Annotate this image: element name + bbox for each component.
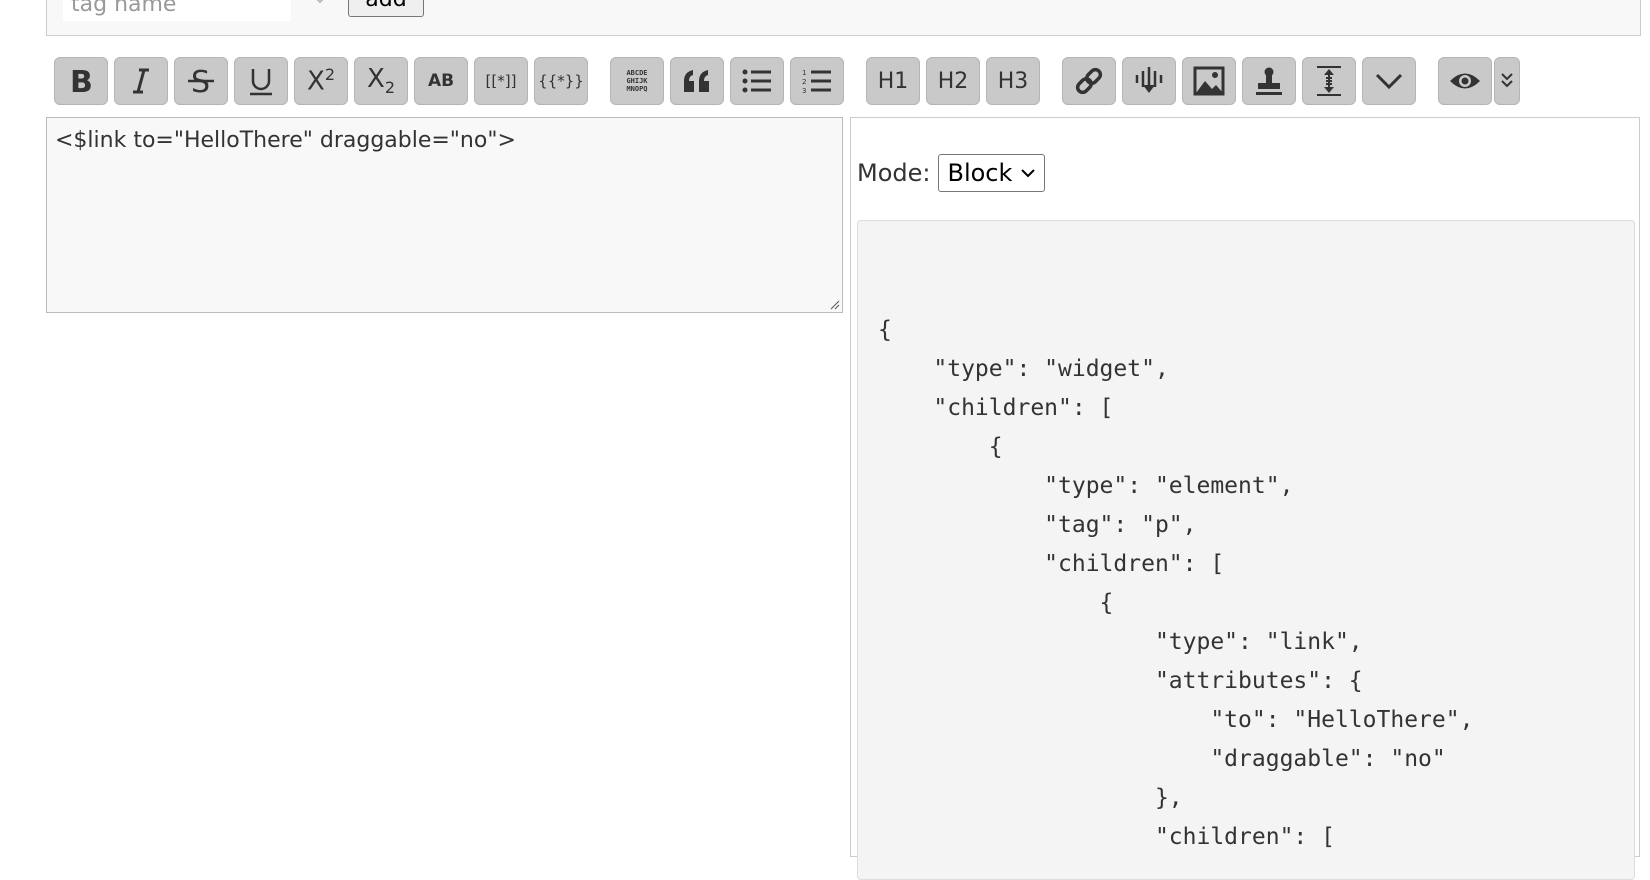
underline-icon	[250, 69, 272, 96]
underline-button[interactable]	[234, 57, 288, 105]
quote-icon	[684, 70, 709, 92]
code-line: "type": "element",	[878, 473, 1294, 499]
eye-icon	[1450, 73, 1480, 89]
code-line: "children": [	[878, 824, 1335, 850]
bullet-list-button[interactable]	[730, 57, 784, 105]
chevron-down-icon	[1021, 169, 1036, 178]
code-line: "type": "link",	[878, 629, 1363, 655]
text-editor[interactable]: <$link to="HelloThere" draggable="no">	[46, 117, 843, 313]
code-line: },	[878, 785, 1183, 811]
resize-grip-icon[interactable]	[828, 298, 840, 310]
code-line: "tag": "p",	[878, 512, 1197, 538]
superscript-icon: X2	[307, 65, 335, 97]
stamp-button[interactable]	[1242, 57, 1296, 105]
macro-icon: {{*}}	[538, 72, 584, 90]
heading-3-icon: H3	[997, 68, 1029, 94]
monospace-icon: ABCDE GHIJK MNOPQ	[626, 69, 648, 93]
quote-button[interactable]	[670, 57, 724, 105]
heading-2-icon: H2	[937, 68, 969, 94]
resize-vertical-icon	[1317, 66, 1341, 96]
code-line: "draggable": "no"	[878, 746, 1446, 772]
code-line: "children": [	[878, 551, 1225, 577]
transclude-icon: [[*]]	[485, 72, 517, 90]
chevron-down-icon[interactable]	[305, 0, 335, 21]
bold-button[interactable]: B	[54, 57, 108, 105]
chevron-down-icon	[1375, 73, 1403, 90]
mode-select[interactable]: Block	[938, 154, 1046, 192]
bold-icon: B	[70, 67, 93, 95]
svg-text:2: 2	[802, 78, 806, 86]
numbered-list-icon: 123	[802, 69, 831, 94]
heading-1-icon: H1	[877, 68, 909, 94]
code-line: "children": [	[878, 395, 1114, 421]
mode-label: Mode:	[857, 159, 931, 187]
heading-1-button[interactable]: H1	[866, 57, 920, 105]
code-line: {	[878, 317, 892, 343]
mode-select-value: Block	[947, 159, 1013, 187]
monospaced-block-button[interactable]: ABCDE GHIJK MNOPQ	[610, 57, 664, 105]
parse-tree-code: { "type": "widget", "children": [ { "typ…	[878, 311, 1473, 857]
double-chevron-down-icon	[1501, 73, 1513, 88]
stamp-icon	[1256, 67, 1282, 95]
code-line: {	[878, 434, 1003, 460]
svg-text:B: B	[70, 67, 93, 95]
code-line: "to": "HelloThere",	[878, 707, 1474, 733]
size-button[interactable]	[1302, 57, 1356, 105]
smallcaps-button[interactable]: AB	[414, 57, 468, 105]
link-button[interactable]	[1062, 57, 1116, 105]
preview-pane: Mode: Block { "type": "widget", "childre…	[850, 117, 1640, 880]
tag-bar: tag name add	[46, 0, 1641, 36]
superscript-button[interactable]: X2	[294, 57, 348, 105]
more-dropdown-button[interactable]	[1362, 57, 1416, 105]
image-icon	[1193, 66, 1225, 96]
italic-button[interactable]	[114, 57, 168, 105]
bullet-list-icon	[742, 69, 771, 93]
strikethrough-icon: S	[188, 66, 214, 96]
preview-type-dropdown-button[interactable]	[1494, 57, 1520, 105]
macro-button[interactable]: {{*}}	[534, 57, 588, 105]
mode-row: Mode: Block	[857, 154, 1046, 192]
tag-name-input[interactable]: tag name	[63, 0, 291, 21]
numbered-list-button[interactable]: 123	[790, 57, 844, 105]
subscript-icon: X2	[367, 64, 395, 98]
code-line: "attributes": {	[878, 668, 1363, 694]
smallcaps-icon: AB	[427, 71, 455, 91]
heading-2-button[interactable]: H2	[926, 57, 980, 105]
link-icon	[1075, 67, 1103, 95]
svg-text:3: 3	[802, 87, 806, 94]
parse-tree-output: { "type": "widget", "children": [ { "typ…	[857, 220, 1635, 880]
subscript-button[interactable]: X2	[354, 57, 408, 105]
excise-button[interactable]	[1122, 57, 1176, 105]
code-line: {	[878, 590, 1114, 616]
add-tag-button[interactable]: add	[348, 0, 424, 17]
svg-text:1: 1	[802, 69, 806, 77]
strikethrough-button[interactable]: S	[174, 57, 228, 105]
heading-3-button[interactable]: H3	[986, 57, 1040, 105]
code-line: "type": "widget",	[878, 356, 1169, 382]
transclude-button[interactable]: [[*]]	[474, 57, 528, 105]
preview-toggle-button[interactable]	[1438, 57, 1492, 105]
picture-button[interactable]	[1182, 57, 1236, 105]
excise-icon	[1135, 67, 1163, 93]
italic-icon	[133, 68, 149, 94]
